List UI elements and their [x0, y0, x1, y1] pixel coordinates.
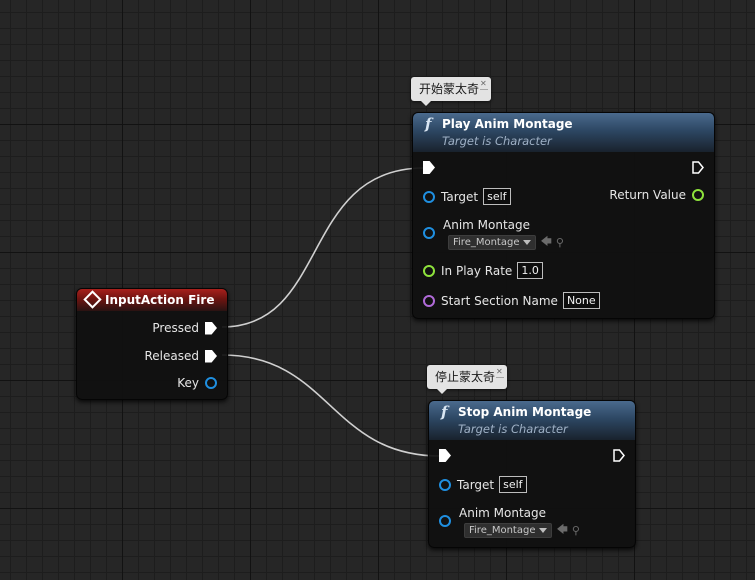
- asset-value: Fire_Montage: [453, 237, 520, 248]
- exec-input-icon[interactable]: [423, 161, 435, 174]
- object-pin-icon[interactable]: [423, 227, 435, 239]
- asset-value: Fire_Montage: [469, 525, 536, 536]
- exec-input-icon[interactable]: [439, 449, 451, 462]
- section-name-value[interactable]: None: [562, 292, 600, 309]
- pin-label: Pressed: [152, 321, 199, 335]
- pin-label: Released: [144, 349, 199, 363]
- use-selected-arrow-icon[interactable]: 🡄: [540, 233, 551, 252]
- object-pin-icon[interactable]: [423, 190, 435, 203]
- object-pin-icon[interactable]: [439, 515, 451, 527]
- pin-label: Key: [177, 376, 199, 390]
- pin-icon[interactable]: ✕ ⎺: [480, 79, 488, 97]
- pin-anim-montage[interactable]: [423, 227, 435, 239]
- browse-search-icon[interactable]: ⚲: [572, 524, 580, 537]
- float-pin-icon[interactable]: [692, 189, 704, 201]
- comment-text-stop: 停止蒙太奇: [435, 370, 496, 384]
- float-pin-icon[interactable]: [423, 264, 435, 277]
- bubble-tail: [421, 101, 431, 106]
- pin-label: Return Value: [609, 188, 686, 202]
- pin-label: Anim Montage: [443, 218, 531, 232]
- pin-label: Target: [457, 477, 495, 492]
- wire-pressed-to-play[interactable]: [221, 167, 425, 328]
- exec-output-icon[interactable]: [613, 449, 625, 462]
- pin-return-value[interactable]: Return Value: [609, 188, 704, 202]
- function-icon: f: [441, 403, 448, 421]
- pin-key[interactable]: Key: [177, 376, 217, 390]
- node-header[interactable]: f Play Anim Montage Target is Character: [413, 113, 714, 152]
- pin-released[interactable]: Released: [144, 349, 217, 363]
- node-title: InputAction Fire: [105, 293, 215, 307]
- exec-output-icon[interactable]: [205, 321, 217, 335]
- pin-label: Target: [441, 189, 479, 204]
- exec-output-icon[interactable]: [205, 349, 217, 363]
- browse-search-icon[interactable]: ⚲: [556, 236, 564, 249]
- anim-montage-label-row: Anim Montage: [443, 218, 530, 232]
- anim-montage-asset-picker[interactable]: Fire_Montage 🡄 ⚲: [448, 233, 564, 252]
- play-anim-montage-node[interactable]: f Play Anim Montage Target is Character …: [412, 112, 715, 319]
- exec-output-pin[interactable]: [613, 449, 625, 462]
- object-pin-icon[interactable]: [439, 478, 451, 491]
- node-subtitle: Target is Character: [442, 134, 552, 148]
- target-value[interactable]: self: [499, 476, 527, 493]
- node-subtitle: Target is Character: [458, 422, 568, 436]
- comment-bubble-play[interactable]: 开始蒙太奇 ✕ ⎺: [411, 77, 492, 106]
- pin-anim-montage[interactable]: [439, 515, 451, 527]
- bubble-tail: [437, 389, 447, 394]
- chevron-down-icon: [539, 528, 548, 533]
- node-header[interactable]: InputAction Fire: [77, 289, 227, 311]
- chevron-down-icon: [523, 240, 532, 245]
- target-value[interactable]: self: [483, 188, 511, 205]
- stop-anim-montage-node[interactable]: f Stop Anim Montage Target is Character …: [428, 400, 636, 548]
- pin-target[interactable]: Target self: [439, 476, 527, 493]
- exec-input-pin[interactable]: [423, 161, 435, 174]
- wire-released-to-stop[interactable]: [221, 354, 441, 457]
- node-header[interactable]: f Stop Anim Montage Target is Character: [429, 401, 635, 440]
- pin-pressed[interactable]: Pressed: [152, 321, 217, 335]
- anim-montage-label-row: Anim Montage: [459, 506, 546, 520]
- pin-in-play-rate[interactable]: In Play Rate 1.0: [423, 262, 543, 279]
- input-action-fire-node[interactable]: InputAction Fire Pressed Released Key: [76, 288, 228, 400]
- struct-pin-icon[interactable]: [205, 377, 217, 389]
- anim-montage-asset-picker[interactable]: Fire_Montage 🡄 ⚲: [464, 521, 580, 540]
- asset-combo-box[interactable]: Fire_Montage: [464, 523, 553, 538]
- pin-start-section-name[interactable]: Start Section Name None: [423, 292, 600, 309]
- comment-text-play: 开始蒙太奇: [419, 82, 480, 96]
- exec-input-pin[interactable]: [439, 449, 451, 462]
- node-title: Stop Anim Montage: [458, 405, 592, 419]
- pin-label: In Play Rate: [441, 263, 513, 278]
- name-pin-icon[interactable]: [423, 294, 435, 307]
- pin-target[interactable]: Target self: [423, 188, 511, 205]
- pin-icon[interactable]: ✕ ⎺: [496, 367, 504, 385]
- use-selected-arrow-icon[interactable]: 🡄: [556, 521, 567, 540]
- event-diamond-icon: [83, 290, 102, 309]
- exec-output-pin[interactable]: [692, 161, 704, 174]
- node-title: Play Anim Montage: [442, 117, 573, 131]
- asset-combo-box[interactable]: Fire_Montage: [448, 235, 537, 250]
- pin-label: Anim Montage: [459, 506, 547, 520]
- comment-bubble-stop[interactable]: 停止蒙太奇 ✕ ⎺: [427, 365, 508, 394]
- exec-output-icon[interactable]: [692, 161, 704, 174]
- play-rate-value[interactable]: 1.0: [517, 262, 543, 279]
- pin-label: Start Section Name: [441, 293, 558, 308]
- function-icon: f: [425, 115, 432, 133]
